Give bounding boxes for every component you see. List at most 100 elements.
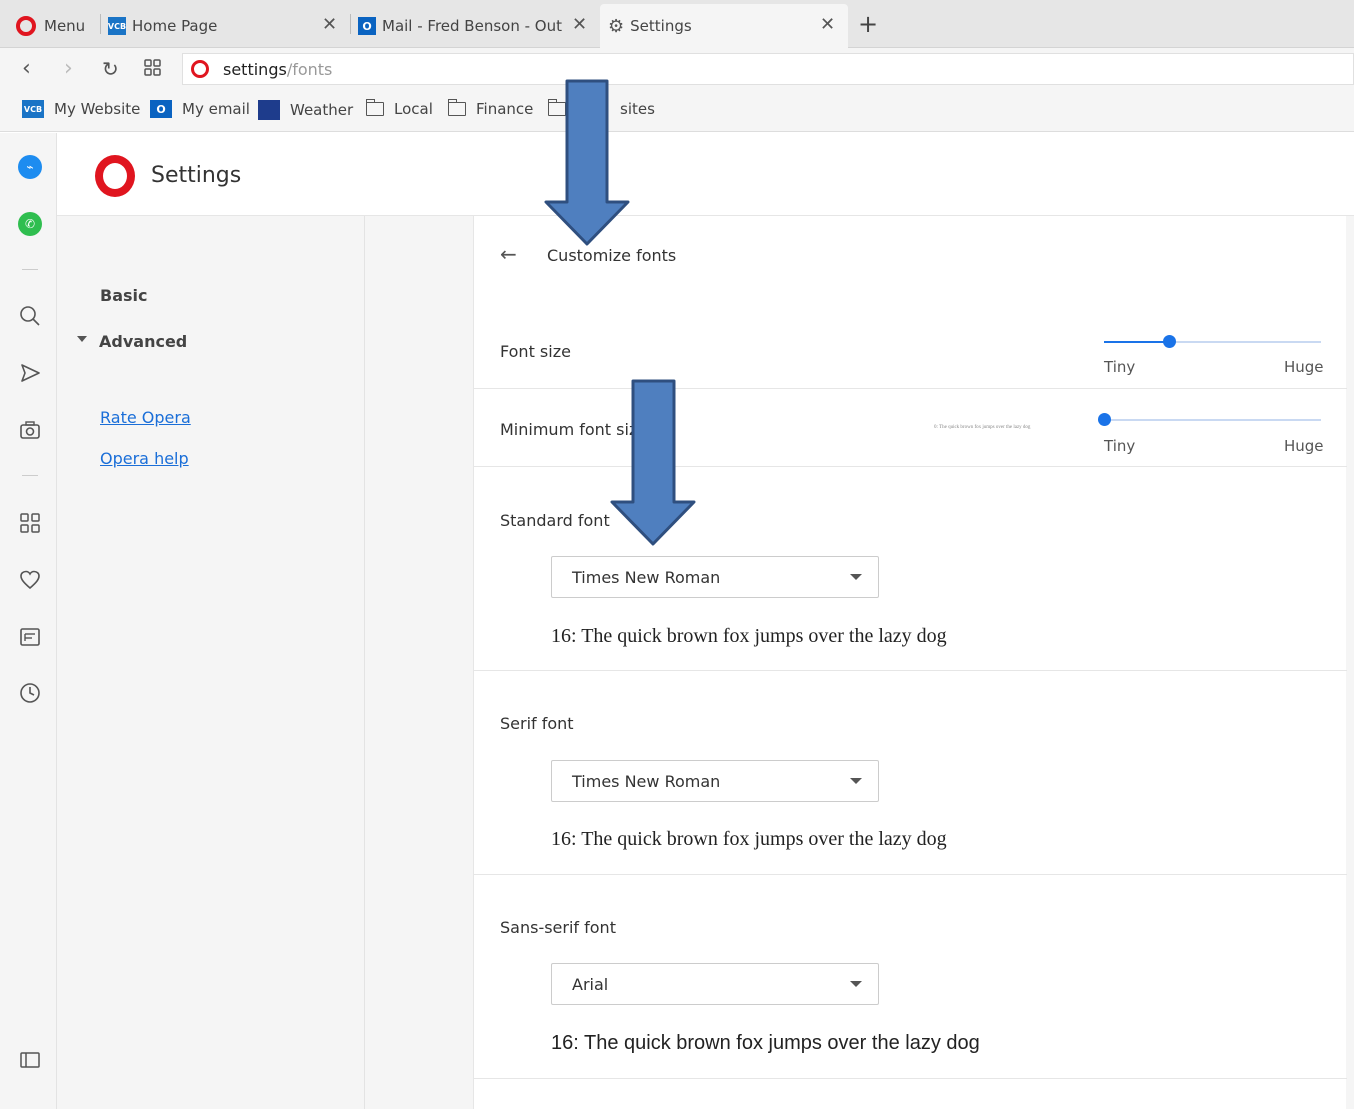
select-value: Times New Roman (572, 771, 721, 791)
tab-strip: Menu VCB Home Page ✕ O Mail - Fred Benso… (0, 0, 1354, 48)
content-gutter (1346, 216, 1354, 1109)
font-size-label: Font size (500, 342, 571, 361)
page-title: Settings (151, 163, 242, 188)
standard-font-select[interactable]: Times New Roman (551, 556, 879, 598)
chevron-down-icon (850, 981, 862, 987)
bookmark-my-website[interactable]: VCB My Website (22, 100, 140, 118)
slider-knob[interactable] (1098, 413, 1111, 426)
back-arrow-icon[interactable]: ← (500, 242, 517, 266)
annotation-arrow-down (544, 79, 630, 246)
bookmark-label: My Website (54, 100, 141, 118)
whatsapp-icon[interactable]: ✆ (18, 212, 42, 236)
tab-title: Mail - Fred Benson - Outlo (382, 17, 562, 35)
bookmark-weather[interactable]: Weather (258, 100, 353, 120)
settings-nav: Basic Advanced Rate Opera Opera help (57, 216, 365, 1109)
standard-font-row: Standard font Times New Roman 16: The qu… (474, 467, 1347, 671)
rate-opera-link[interactable]: Rate Opera (100, 408, 191, 427)
new-tab-button[interactable]: + (858, 10, 878, 38)
bookmark-folder-finance[interactable]: Finance (447, 99, 534, 118)
tab-title: Settings (630, 17, 692, 35)
select-value: Arial (572, 974, 609, 994)
slider-fill (1104, 341, 1170, 343)
reload-icon[interactable]: ↻ (102, 57, 119, 81)
nav-item-advanced[interactable]: Advanced (99, 332, 187, 351)
serif-font-select[interactable]: Times New Roman (551, 760, 879, 802)
opera-logo-icon (95, 155, 135, 197)
close-tab-icon[interactable]: ✕ (820, 14, 835, 35)
slider-knob[interactable] (1163, 335, 1177, 348)
speed-dial-icon[interactable] (144, 58, 162, 83)
opera-menu-button[interactable]: Menu (16, 4, 85, 48)
sans-serif-font-preview: 16: The quick brown fox jumps over the l… (551, 1032, 980, 1054)
standard-font-preview: 16: The quick brown fox jumps over the l… (551, 625, 947, 647)
navigation-bar: ‹ › ↻ settings/fonts (0, 48, 1354, 90)
opera-help-link[interactable]: Opera help (100, 449, 189, 468)
heart-icon[interactable] (18, 568, 42, 592)
address-host: settings (223, 59, 287, 79)
standard-font-label: Standard font (500, 511, 610, 530)
customize-fonts-card: ← Customize fonts Font size Tiny Huge Mi… (473, 216, 1347, 1109)
minimum-font-preview: 0: The quick brown fox jumps over the la… (934, 425, 1031, 430)
folder-icon (447, 99, 466, 116)
sans-serif-font-select[interactable]: Arial (551, 963, 879, 1005)
history-icon[interactable] (18, 681, 42, 705)
font-size-slider[interactable] (1104, 335, 1321, 348)
address-bar[interactable]: settings/fonts (182, 53, 1354, 85)
slider-max-label: Huge (1284, 437, 1324, 455)
minimum-font-size-row: Minimum font size 0: The quick brown fox… (474, 389, 1347, 467)
folder-icon (365, 99, 384, 116)
search-icon[interactable] (18, 304, 42, 328)
serif-font-row: Serif font Times New Roman 16: The quick… (474, 671, 1347, 875)
outlook-icon: O (358, 17, 376, 35)
tab-title: Home Page (132, 17, 218, 35)
rail-divider (22, 269, 38, 270)
opera-logo-icon (16, 16, 36, 36)
settings-header: Settings (57, 133, 1354, 216)
rail-divider (22, 475, 38, 476)
forward-icon[interactable]: › (64, 56, 73, 81)
sans-serif-font-label: Sans-serif font (500, 918, 616, 937)
bookmark-label: Finance (476, 100, 534, 118)
nav-item-basic[interactable]: Basic (100, 286, 147, 305)
minimum-font-size-slider[interactable] (1098, 413, 1321, 426)
bookmark-my-email[interactable]: O My email (150, 100, 250, 118)
font-size-row: Font size Tiny Huge (474, 312, 1347, 389)
close-tab-icon[interactable]: ✕ (572, 14, 587, 35)
sans-serif-font-row: Sans-serif font Arial 16: The quick brow… (474, 875, 1347, 1079)
camera-icon[interactable] (18, 418, 42, 442)
vcb-icon: VCB (108, 17, 126, 35)
tab-separator (100, 14, 101, 34)
tab-home-page[interactable]: VCB Home Page ✕ (108, 4, 344, 48)
outlook-icon: O (150, 100, 172, 118)
serif-font-label: Serif font (500, 714, 574, 733)
speed-dial-icon[interactable] (18, 511, 42, 535)
tab-mail[interactable]: O Mail - Fred Benson - Outlo ✕ (358, 4, 594, 48)
news-icon[interactable] (18, 625, 42, 649)
bookmark-label: My email (182, 100, 250, 118)
tab-separator (350, 14, 351, 34)
messenger-icon[interactable]: ⌁ (18, 155, 42, 179)
chevron-down-icon (850, 574, 862, 580)
bookmark-folder-local[interactable]: Local (365, 99, 433, 118)
tab-settings[interactable]: ⚙ Settings ✕ (600, 4, 848, 48)
slider-min-label: Tiny (1104, 358, 1136, 376)
close-tab-icon[interactable]: ✕ (322, 14, 337, 35)
gear-icon: ⚙ (608, 15, 625, 37)
section-title: Customize fonts (547, 246, 677, 265)
serif-font-preview: 16: The quick brown fox jumps over the l… (551, 828, 947, 850)
bookmark-label: Weather (290, 101, 354, 119)
menu-label: Menu (44, 17, 86, 35)
slider-min-label: Tiny (1104, 437, 1136, 455)
sidebar-toggle-icon[interactable] (18, 1048, 42, 1072)
bookmark-label: Local (394, 100, 433, 118)
weather-icon (258, 100, 280, 120)
annotation-arrow-down (610, 379, 696, 546)
send-icon[interactable] (18, 361, 42, 385)
bookmarks-bar: VCB My Website O My email Weather Local … (0, 90, 1354, 132)
address-path: /fonts (286, 59, 333, 79)
chevron-down-icon[interactable] (77, 336, 87, 342)
content-gutter (365, 216, 473, 1109)
slider-max-label: Huge (1284, 358, 1324, 376)
back-icon[interactable]: ‹ (22, 56, 31, 81)
opera-page-icon (191, 60, 209, 78)
